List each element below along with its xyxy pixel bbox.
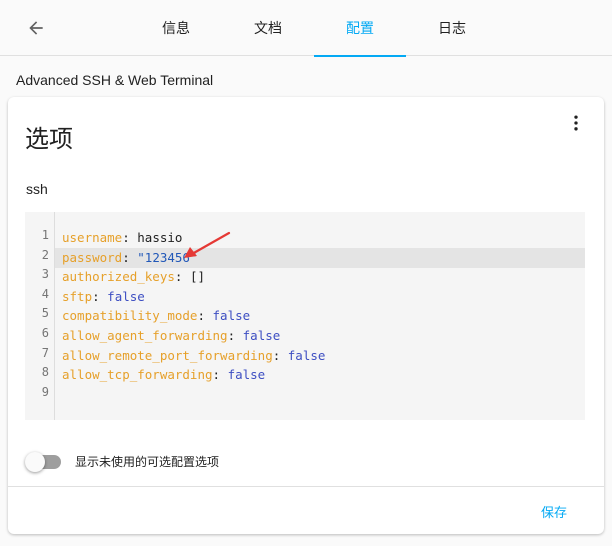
tab-info[interactable]: 信息	[130, 0, 222, 56]
line-number: 3	[41, 267, 49, 281]
card-title: 选项	[25, 125, 73, 153]
save-button[interactable]: 保存	[522, 497, 586, 525]
code-line[interactable]: allow_agent_forwarding: false	[55, 326, 585, 346]
tab-documentation[interactable]: 文档	[222, 0, 314, 56]
yaml-editor[interactable]: 1 2 3 4 5 6 7 8 9 username: hassio passw…	[25, 212, 585, 420]
yaml-value: "123456"	[137, 250, 198, 265]
line-number: 2	[41, 248, 49, 262]
code-line[interactable]: allow_remote_port_forwarding: false	[55, 346, 585, 366]
yaml-value: []	[189, 269, 206, 284]
yaml-separator: :	[92, 289, 108, 304]
yaml-key: compatibility_mode	[62, 308, 198, 323]
code-line[interactable]: allow_tcp_forwarding: false	[55, 365, 585, 385]
yaml-key: password	[62, 250, 123, 265]
top-app-bar: 信息 文档 配置 日志	[0, 0, 612, 57]
overflow-menu-button[interactable]	[564, 111, 588, 135]
options-card: 选项 ssh 1 2 3 4 5 6 7 8 9 username: hassi…	[8, 97, 604, 534]
addon-name: Advanced SSH & Web Terminal	[16, 72, 214, 88]
toggle-thumb	[25, 452, 45, 472]
yaml-separator: :	[122, 230, 138, 245]
code-line[interactable]: compatibility_mode: false	[55, 306, 585, 326]
line-number: 7	[41, 346, 49, 360]
yaml-separator: :	[272, 348, 288, 363]
toggle-label: 显示未使用的可选配置选项	[75, 454, 220, 469]
show-unused-options-toggle[interactable]	[25, 451, 61, 472]
section-label: ssh	[26, 181, 48, 197]
tab-log[interactable]: 日志	[406, 0, 498, 56]
back-button[interactable]	[22, 14, 50, 42]
line-number: 6	[41, 326, 49, 340]
yaml-key: allow_agent_forwarding	[62, 328, 228, 343]
code-line[interactable]	[55, 385, 585, 405]
line-number: 9	[41, 385, 49, 399]
line-number: 5	[41, 306, 49, 320]
yaml-value: false	[242, 328, 281, 343]
dots-vertical-icon	[574, 115, 578, 131]
tab-configuration[interactable]: 配置	[314, 0, 406, 57]
yaml-key: allow_remote_port_forwarding	[62, 348, 273, 363]
tab-bar: 信息 文档 配置 日志	[130, 0, 498, 57]
unused-options-toggle-row: 显示未使用的可选配置选项	[25, 450, 219, 472]
yaml-value: false	[212, 308, 251, 323]
line-number: 4	[41, 287, 49, 301]
card-actions-divider	[8, 486, 604, 487]
yaml-separator: :	[174, 269, 190, 284]
code-line[interactable]: sftp: false	[55, 287, 585, 307]
yaml-value: hassio	[137, 230, 183, 245]
yaml-key: authorized_keys	[62, 269, 175, 284]
code-line[interactable]: authorized_keys: []	[55, 267, 585, 287]
arrow-left-icon	[29, 21, 43, 35]
line-number-gutter: 1 2 3 4 5 6 7 8 9	[25, 212, 55, 420]
yaml-separator: :	[197, 308, 213, 323]
yaml-key: sftp	[62, 289, 93, 304]
yaml-key: username	[62, 230, 123, 245]
yaml-value: false	[287, 348, 326, 363]
code-line-active[interactable]: password: "123456"	[55, 248, 585, 268]
yaml-separator: :	[122, 250, 138, 265]
yaml-separator: :	[227, 328, 243, 343]
yaml-value: false	[227, 367, 266, 382]
yaml-value: false	[107, 289, 145, 304]
line-number: 8	[41, 365, 49, 379]
yaml-key: allow_tcp_forwarding	[62, 367, 213, 382]
code-line[interactable]: username: hassio	[55, 228, 585, 248]
line-number: 1	[41, 228, 49, 242]
yaml-separator: :	[212, 367, 228, 382]
